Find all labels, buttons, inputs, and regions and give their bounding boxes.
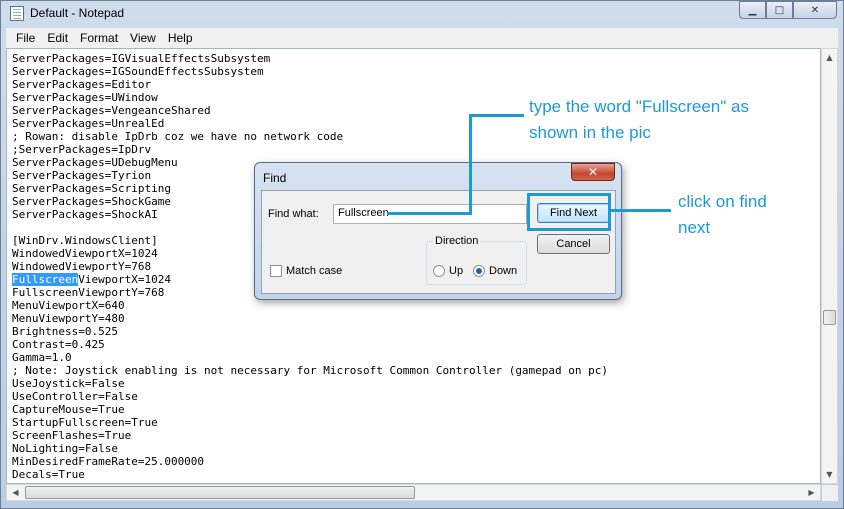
text-line: ;ServerPackages=IpDrv	[12, 143, 152, 156]
text-line: ServerPackages=Tyrion	[12, 169, 152, 182]
resize-grip[interactable]	[822, 485, 838, 501]
vertical-scrollbar[interactable]: ▲ ▼	[821, 48, 838, 484]
text-line-highlighted: FullscreenViewportX=1024	[12, 273, 171, 286]
text-line: UseController=False	[12, 390, 138, 403]
menu-bar: File Edit Format View Help	[6, 28, 838, 48]
text-line: ServerPackages=IGVisualEffectsSubsystem	[12, 52, 271, 65]
instruction-type-word-line2: shown in the pic	[529, 123, 651, 142]
text-line: ; Rowan: disable IpDrb coz we have no ne…	[12, 130, 344, 143]
callout-line-input-vertical	[469, 114, 472, 215]
up-radio[interactable]	[433, 265, 445, 277]
text-line: ServerPackages=ShockGame	[12, 195, 171, 208]
text-line: ServerPackages=Editor	[12, 78, 152, 91]
text-line: MinDesiredFrameRate=25.000000	[12, 455, 205, 468]
text-line: WindowedViewportX=1024	[12, 247, 158, 260]
text-line: FullscreenViewportY=768	[12, 286, 165, 299]
window-title: Default - Notepad	[30, 6, 125, 20]
find-dialog-title: Find	[263, 171, 287, 185]
text-line: ScreenFlashes=True	[12, 429, 132, 442]
vertical-scroll-thumb[interactable]	[823, 310, 836, 325]
text-line: ServerPackages=UDebugMenu	[12, 156, 178, 169]
menu-format[interactable]: Format	[74, 31, 124, 45]
menu-help[interactable]: Help	[162, 31, 199, 45]
instruction-click-find-next: click on find next	[678, 189, 767, 241]
find-dialog-close-button[interactable]: ✕	[571, 163, 615, 181]
text-line: Contrast=0.425	[12, 338, 105, 351]
menu-edit[interactable]: Edit	[41, 31, 74, 45]
direction-label: Direction	[433, 235, 481, 247]
callout-line-find-next	[611, 209, 671, 212]
text-line: ServerPackages=UWindow	[12, 91, 158, 104]
scroll-up-icon[interactable]: ▲	[822, 49, 837, 66]
text-line: StartupFullscreen=True	[12, 416, 158, 429]
instruction-click-find-line2: next	[678, 218, 711, 237]
find-what-label: Find what:	[268, 208, 319, 220]
text-line: Decals=True	[12, 468, 85, 481]
horizontal-scroll-thumb[interactable]	[25, 486, 415, 499]
callout-line-input	[387, 212, 470, 215]
text-line: ServerPackages=VengeanceShared	[12, 104, 211, 117]
text-line: ServerPackages=Scripting	[12, 182, 171, 195]
text-line: ServerPackages=ShockAI	[12, 208, 158, 221]
title-bar[interactable]: Default - Notepad ▁ □ ✕	[1, 1, 843, 27]
down-label: Down	[489, 265, 518, 277]
direction-group: Direction Up Down	[426, 235, 527, 285]
selected-text: Fullscreen	[12, 273, 79, 286]
down-radio[interactable]	[473, 265, 485, 277]
text-line: WindowedViewportY=768	[12, 260, 152, 273]
scroll-down-icon[interactable]: ▼	[822, 466, 837, 483]
notepad-icon	[10, 6, 24, 21]
up-label: Up	[449, 265, 464, 277]
find-next-highlight-box	[527, 193, 611, 231]
horizontal-scrollbar[interactable]: ◀ ▶	[6, 484, 821, 501]
text-line: UseJoystick=False	[12, 377, 125, 390]
text-line-rest: ViewportX=1024	[78, 273, 171, 286]
text-line: MenuViewportY=480	[12, 312, 125, 325]
text-line: ServerPackages=UnrealEd	[12, 117, 165, 130]
menu-file[interactable]: File	[10, 31, 41, 45]
instruction-type-word-line1: type the word "Fullscreen" as	[529, 97, 749, 116]
close-button[interactable]: ✕	[793, 1, 837, 19]
text-line: ServerPackages=IGSoundEffectsSubsystem	[12, 65, 264, 78]
text-line: CaptureMouse=True	[12, 403, 125, 416]
instruction-click-find-line1: click on find	[678, 192, 767, 211]
scroll-left-icon[interactable]: ◀	[7, 485, 24, 500]
text-line: NoLighting=False	[12, 442, 118, 455]
match-case-checkbox[interactable]	[270, 265, 282, 277]
cancel-button[interactable]: Cancel	[537, 234, 610, 254]
caption-buttons: ▁ □ ✕	[739, 1, 837, 20]
match-case-label: Match case	[286, 265, 343, 277]
text-line: [WinDrv.WindowsClient]	[12, 234, 158, 247]
menu-view[interactable]: View	[124, 31, 162, 45]
minimize-button[interactable]: ▁	[739, 1, 766, 19]
text-line: Brightness=0.525	[12, 325, 118, 338]
maximize-button[interactable]: □	[766, 1, 793, 19]
callout-line-input-top	[469, 114, 524, 117]
text-line: ; Note: Joystick enabling is not necessa…	[12, 364, 609, 377]
instruction-type-word: type the word "Fullscreen" as shown in t…	[529, 94, 749, 146]
text-line: Gamma=1.0	[12, 351, 72, 364]
scroll-right-icon[interactable]: ▶	[803, 485, 820, 500]
text-line: MenuViewportX=640	[12, 299, 125, 312]
find-dialog: Find ✕ Find what: Fullscreen Find Next C…	[254, 162, 622, 300]
